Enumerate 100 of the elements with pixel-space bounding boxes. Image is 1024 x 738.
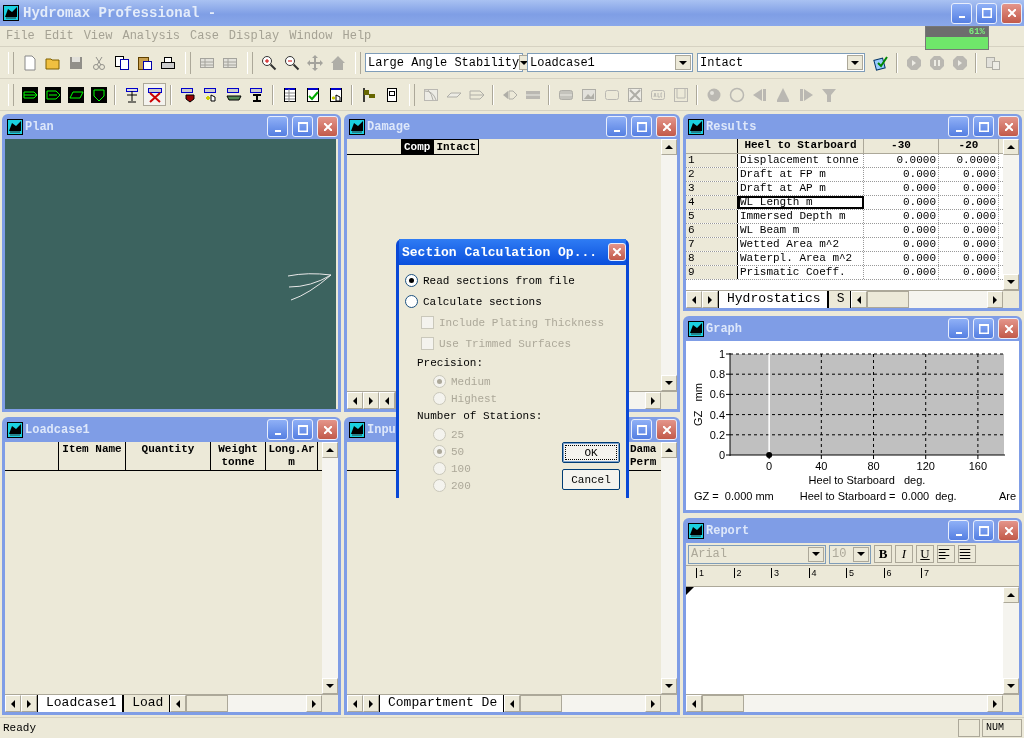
close-button[interactable] [656, 419, 677, 440]
toolbar-button[interactable] [143, 83, 166, 106]
maximize-button[interactable] [292, 419, 313, 440]
table-cell[interactable]: 0.000 [864, 210, 939, 223]
table-cell[interactable]: 0.000 [939, 210, 999, 223]
table-cell[interactable]: 0.000 [864, 252, 939, 265]
table-cell[interactable]: Displacement tonne [738, 154, 864, 167]
scroll-thumb[interactable] [867, 291, 910, 308]
table-cell[interactable]: 0.000 [864, 168, 939, 181]
table-cell[interactable]: 0.000 [864, 182, 939, 195]
scroll-right-button[interactable] [645, 392, 661, 409]
align-button[interactable] [958, 545, 976, 563]
dropdown[interactable]: Loadcase1 [527, 53, 693, 72]
maximize-button[interactable] [973, 520, 994, 541]
maximize-button[interactable] [631, 116, 652, 137]
scroll-down-button[interactable] [661, 678, 677, 694]
table-cell[interactable]: WL Beam m [738, 224, 864, 237]
horizontal-scrollbar[interactable] [504, 695, 661, 712]
column-header[interactable]: Comp [401, 139, 434, 155]
scroll-right-button[interactable] [306, 695, 322, 712]
vertical-scrollbar[interactable] [661, 442, 677, 694]
table-cell[interactable]: 0.000 [939, 182, 999, 195]
maximize-button[interactable] [631, 419, 652, 440]
scroll-down-button[interactable] [661, 375, 677, 391]
close-button[interactable] [317, 116, 338, 137]
scroll-up-button[interactable] [661, 442, 677, 458]
table-cell[interactable]: 0.000 [864, 196, 939, 209]
horizontal-scrollbar[interactable] [851, 291, 1003, 308]
table-cell[interactable]: 0.000 [939, 238, 999, 251]
scroll-down-button[interactable] [1003, 678, 1019, 694]
tab-prev-button[interactable] [5, 695, 21, 712]
sheet-tab[interactable]: S [827, 291, 852, 308]
scroll-right-button[interactable] [987, 291, 1003, 308]
format-button[interactable]: B [874, 545, 892, 563]
vertical-scrollbar[interactable] [1003, 139, 1019, 290]
table-cell[interactable]: 0.000 [939, 196, 999, 209]
table-cell[interactable]: Wetted Area m^2 [738, 238, 864, 251]
scroll-down-button[interactable] [322, 678, 338, 694]
scroll-left-button[interactable] [504, 695, 521, 712]
table-cell[interactable]: 0.0000 [864, 154, 939, 167]
radio-button[interactable] [405, 274, 418, 287]
close-button[interactable] [608, 243, 626, 261]
table-cell[interactable]: 0.000 [939, 266, 999, 279]
minimize-button[interactable] [267, 116, 288, 137]
minimize-button[interactable] [948, 520, 969, 541]
sheet-tab[interactable]: Compartment De [379, 695, 505, 712]
table-cell[interactable]: 0.000 [939, 168, 999, 181]
scroll-left-button[interactable] [379, 392, 395, 409]
tab-next-button[interactable] [363, 392, 379, 409]
close-button[interactable] [998, 116, 1019, 137]
scroll-up-button[interactable] [1003, 587, 1019, 603]
scroll-down-button[interactable] [1003, 274, 1019, 290]
scroll-thumb[interactable] [702, 695, 744, 712]
tab-prev-button[interactable] [347, 392, 363, 409]
maximize-button[interactable] [976, 2, 997, 24]
format-button[interactable]: U [916, 545, 934, 563]
vertical-scrollbar[interactable] [322, 442, 338, 694]
vertical-scrollbar[interactable] [1003, 587, 1019, 694]
close-button[interactable] [998, 318, 1019, 339]
table-cell[interactable]: 0.000 [864, 266, 939, 279]
scroll-thumb[interactable] [186, 695, 229, 712]
scroll-thumb[interactable] [520, 695, 563, 712]
tab-next-button[interactable] [702, 291, 718, 308]
table-cell[interactable]: 0.000 [939, 224, 999, 237]
maximize-button[interactable] [973, 318, 994, 339]
minimize-button[interactable] [951, 2, 972, 24]
horizontal-scrollbar[interactable] [686, 695, 1003, 712]
table-cell[interactable]: 0.0000 [939, 154, 999, 167]
scroll-right-button[interactable] [645, 695, 661, 712]
table-cell[interactable]: Draft at AP m [738, 182, 864, 195]
column-header[interactable]: Intact [433, 139, 479, 155]
table-cell[interactable]: Immersed Depth m [738, 210, 864, 223]
dialog-button[interactable]: Cancel [562, 469, 620, 490]
close-button[interactable] [317, 419, 338, 440]
scroll-left-button[interactable] [686, 695, 702, 712]
scroll-right-button[interactable] [987, 695, 1003, 712]
maximize-button[interactable] [292, 116, 313, 137]
vertical-scrollbar[interactable] [661, 139, 677, 391]
maximize-button[interactable] [973, 116, 994, 137]
sheet-tab[interactable]: Loadcase1 [37, 695, 124, 712]
dialog-button[interactable]: OK [562, 442, 620, 463]
align-button[interactable] [937, 545, 955, 563]
format-button[interactable]: I [895, 545, 913, 563]
horizontal-scrollbar[interactable] [170, 695, 322, 712]
tab-next-button[interactable] [21, 695, 37, 712]
minimize-button[interactable] [948, 116, 969, 137]
table-cell[interactable]: Waterpl. Area m^2 [738, 252, 864, 265]
scroll-left-button[interactable] [851, 291, 868, 308]
close-button[interactable] [998, 520, 1019, 541]
sheet-tab[interactable]: Load [123, 695, 171, 712]
tab-next-button[interactable] [363, 695, 379, 712]
minimize-button[interactable] [948, 318, 969, 339]
dropdown[interactable]: Intact [697, 53, 865, 72]
scroll-up-button[interactable] [661, 139, 677, 155]
sheet-tab[interactable]: Hydrostatics [718, 291, 828, 308]
table-cell[interactable]: WL Length m [738, 196, 864, 209]
radio-button[interactable] [405, 295, 418, 308]
minimize-button[interactable] [267, 419, 288, 440]
table-cell[interactable]: 0.000 [939, 252, 999, 265]
tab-prev-button[interactable] [686, 291, 702, 308]
